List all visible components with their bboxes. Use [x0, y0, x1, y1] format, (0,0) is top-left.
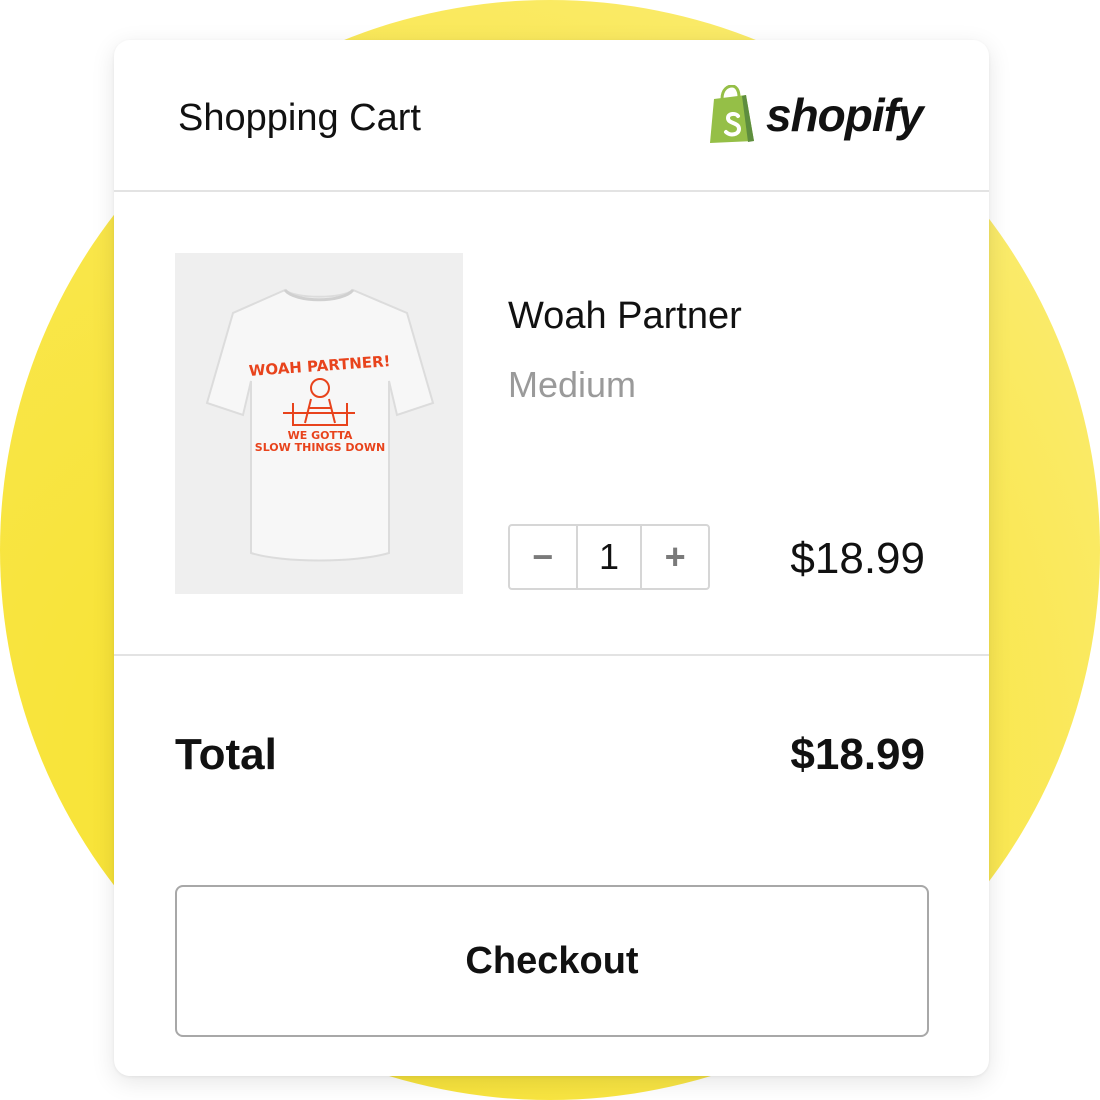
checkout-button[interactable]: Checkout — [175, 885, 929, 1037]
cart-header: Shopping Cart shopify — [114, 40, 989, 192]
quantity-stepper: − 1 + — [508, 524, 710, 590]
total-label: Total — [175, 730, 277, 779]
increment-button[interactable]: + — [642, 526, 708, 588]
product-variant: Medium — [508, 364, 637, 405]
cart-line-item: WOAH PARTNER! WE GOTTA SLOW THINGS DOWN … — [114, 192, 989, 656]
shopify-bag-icon — [710, 85, 754, 143]
quantity-input[interactable]: 1 — [575, 526, 643, 588]
line-item-price: $18.99 — [790, 534, 925, 583]
product-image[interactable]: WOAH PARTNER! WE GOTTA SLOW THINGS DOWN — [175, 253, 463, 594]
page-stage: Shopping Cart shopify WOAH PARTNER! WE G… — [0, 0, 1100, 1100]
shopping-cart-card: Shopping Cart shopify WOAH PARTNER! WE G… — [114, 40, 989, 1076]
decrement-button[interactable]: − — [510, 526, 576, 588]
product-name[interactable]: Woah Partner — [508, 294, 742, 338]
tshirt-print-line2: SLOW THINGS DOWN — [255, 441, 385, 454]
tshirt-icon: WOAH PARTNER! WE GOTTA SLOW THINGS DOWN — [205, 288, 435, 562]
total-value: $18.99 — [790, 730, 925, 779]
shopify-wordmark: shopify — [766, 89, 924, 141]
cart-title: Shopping Cart — [178, 97, 421, 139]
shopify-logo: shopify — [708, 84, 924, 146]
